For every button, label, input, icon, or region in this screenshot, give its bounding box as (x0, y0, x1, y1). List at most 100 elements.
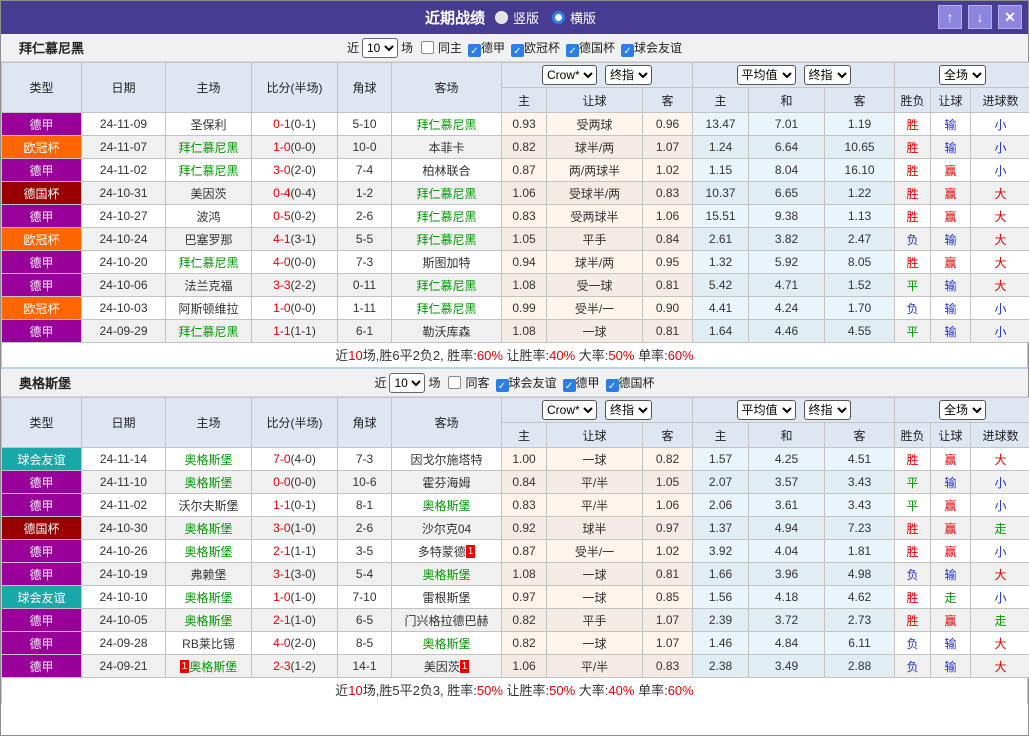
sub-handicap: 让球 (546, 87, 643, 113)
league-checkbox[interactable]: ✓ (566, 43, 580, 57)
move-up-button[interactable]: ↑ (938, 5, 962, 29)
horizontal-layout-label[interactable]: 横版 (570, 8, 596, 27)
filters: 近 10 场 同主 ✓ 德甲 ✓ 欧冠杯 ✓ 德国杯 ✓ 球会友谊 (347, 37, 682, 58)
winloss-result-cell: 胜 (894, 447, 932, 471)
league-label[interactable]: 球会友谊 (509, 376, 557, 390)
bookmaker-select[interactable]: Crow* (542, 400, 598, 420)
same-venue-label[interactable]: 同客 (465, 374, 489, 391)
average-select[interactable]: 平均值 (736, 65, 796, 85)
match-count-select[interactable]: 10 (389, 372, 426, 393)
close-button[interactable]: ✕ (998, 5, 1022, 29)
avg-draw-cell: 3.49 (748, 654, 826, 678)
league-checkbox[interactable]: ✓ (511, 43, 524, 57)
bookmaker-select[interactable]: Crow* (542, 65, 598, 85)
corner-cell: 8-1 (337, 493, 392, 517)
date-cell: 24-10-19 (81, 562, 166, 586)
move-down-button[interactable]: ↓ (968, 5, 992, 29)
league-checkbox[interactable]: ✓ (495, 378, 509, 392)
average-stage-select[interactable]: 终指 (803, 65, 851, 85)
corner-cell: 5-4 (337, 562, 392, 586)
odds-away-cell: 1.07 (641, 631, 694, 655)
handicap-result-cell: 输 (930, 135, 972, 159)
odds-stage-select[interactable]: 终指 (605, 65, 653, 85)
league-filter[interactable]: ✓ 德甲 (557, 376, 600, 392)
team-name: 奥格斯堡 (19, 376, 72, 391)
winloss-result-cell: 胜 (894, 585, 932, 609)
vertical-layout-label[interactable]: 竖版 (513, 8, 539, 27)
fulltime-select[interactable]: 全场 (939, 65, 987, 85)
match-row: 欧冠杯 24-10-03 阿斯顿维拉 1-0(0-0) 1-11 拜仁慕尼黑 0.99 受半/… (1, 296, 1029, 320)
same-venue-label[interactable]: 同主 (438, 39, 462, 56)
league-label[interactable]: 德甲 (576, 376, 600, 390)
league-filter[interactable]: ✓ 球会友谊 (615, 41, 682, 57)
league-label[interactable]: 德国杯 (579, 41, 615, 55)
home-team-cell: 阿斯顿维拉 (165, 296, 252, 320)
avg-home-cell: 2.06 (692, 493, 750, 517)
date-cell: 24-11-10 (81, 470, 166, 494)
handicap-cell: 平手 (546, 227, 643, 251)
average-stage-select[interactable]: 终指 (803, 400, 851, 420)
odds-away-cell: 0.81 (641, 319, 694, 343)
league-checkbox[interactable]: ✓ (562, 378, 576, 392)
match-count-select[interactable]: 10 (361, 37, 398, 58)
odds-home-cell: 1.08 (501, 562, 547, 586)
away-team-cell: 奥格斯堡 (391, 562, 502, 586)
winloss-result-cell: 平 (894, 273, 932, 297)
avg-home-cell: 5.42 (692, 273, 750, 297)
home-team-cell: 拜仁慕尼黑 (165, 158, 252, 182)
league-filter[interactable]: ✓ 德国杯 (600, 376, 655, 392)
league-label[interactable]: 欧冠杯 (524, 41, 560, 55)
odds-group-header: Crow* 终指 (500, 397, 694, 423)
team-section-bayern: 拜仁慕尼黑 近 10 场 同主 ✓ 德甲 ✓ 欧冠杯 ✓ 德国杯 ✓ 球会友谊 类型 日期 (1, 34, 1029, 369)
matches-label: 场 (428, 376, 441, 390)
goals-result-cell: 大 (970, 273, 1029, 297)
league-cell: 德国杯 (1, 516, 82, 540)
league-checkbox[interactable]: ✓ (621, 43, 635, 57)
away-team-cell: 沙尔克04 (391, 516, 502, 540)
corner-cell: 3-5 (337, 539, 392, 563)
horizontal-layout-radio[interactable] (552, 11, 565, 24)
league-cell: 德甲 (1, 158, 82, 182)
league-filter[interactable]: ✓ 德甲 (462, 41, 505, 57)
avg-away-cell: 2.73 (824, 608, 896, 632)
vertical-layout-radio[interactable] (494, 11, 508, 24)
league-checkbox[interactable]: ✓ (605, 378, 619, 392)
handicap-result-cell: 输 (930, 319, 972, 343)
corner-cell: 1-11 (337, 296, 392, 320)
corner-cell: 10-0 (337, 135, 392, 159)
fulltime-select[interactable]: 全场 (939, 400, 987, 420)
odds-stage-select[interactable]: 终指 (605, 400, 653, 420)
odds-away-cell: 0.97 (641, 516, 694, 540)
away-team-cell: 因戈尔施塔特 (391, 447, 502, 471)
results-table: 类型 日期 主场 比分(半场) 角球 客场 Crow*终指 平均值终指 全场 (1, 62, 1029, 343)
avg-draw-cell: 5.92 (748, 250, 826, 274)
league-checkbox[interactable]: ✓ (467, 43, 481, 57)
league-filter[interactable]: ✓ 欧冠杯 (505, 41, 560, 57)
league-filter[interactable]: ✓ 德国杯 (560, 41, 615, 57)
odds-home-cell: 1.08 (501, 273, 547, 297)
avg-home-cell: 2.61 (692, 227, 750, 251)
sub-avg-draw: 和 (748, 422, 826, 448)
league-label[interactable]: 球会友谊 (634, 41, 682, 55)
home-team-cell: 奥格斯堡 (165, 608, 252, 632)
away-team-cell: 美因茨 1 (391, 654, 502, 678)
odds-home-cell: 1.05 (501, 227, 547, 251)
score-cell: 1-0(0-0) (251, 135, 338, 159)
home-team-cell: 奥格斯堡 (165, 470, 252, 494)
goals-result-cell: 小 (970, 112, 1029, 136)
league-filter[interactable]: ✓ 球会友谊 (490, 376, 557, 392)
handicap-result-cell: 走 (930, 585, 972, 609)
handicap-cell: 受两球半 (546, 204, 643, 228)
league-label[interactable]: 德国杯 (619, 376, 655, 390)
same-venue-checkbox[interactable] (420, 41, 434, 54)
date-cell: 24-10-26 (81, 539, 166, 563)
odds-home-cell: 0.82 (501, 631, 547, 655)
same-venue-checkbox[interactable] (448, 376, 462, 389)
average-select[interactable]: 平均值 (736, 400, 796, 420)
avg-home-cell: 4.41 (692, 296, 750, 320)
handicap-cell: 一球 (546, 585, 643, 609)
filter-row: 奥格斯堡 近 10 场 同客 ✓ 球会友谊 ✓ 德甲 ✓ 德国杯 (1, 369, 1028, 397)
league-label[interactable]: 德甲 (481, 41, 505, 55)
sub-avg-draw: 和 (748, 87, 826, 113)
odds-away-cell: 0.82 (641, 447, 694, 471)
